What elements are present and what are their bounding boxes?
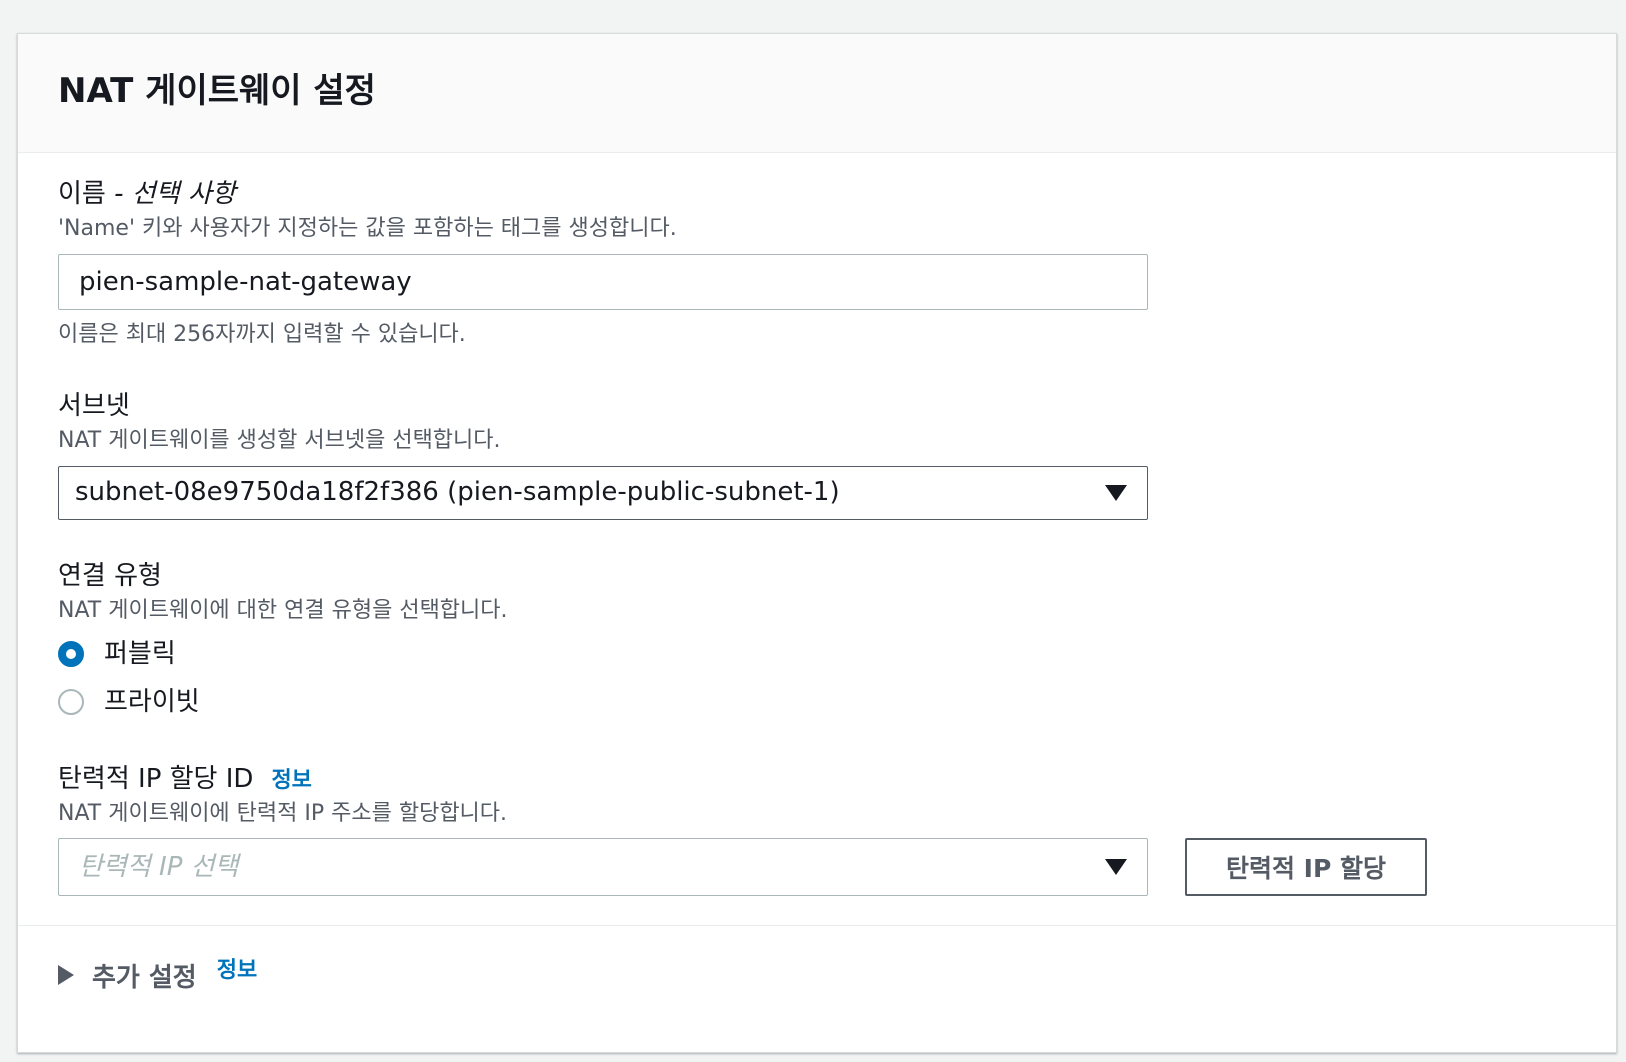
radio-option-private[interactable]: 프라이빗 [58,685,200,719]
panel-title: NAT 게이트웨이 설정 [58,71,376,111]
caret-down-icon [1105,859,1127,875]
eip-label-text: 탄력적 IP 할당 ID [58,764,254,794]
subnet-field-description: NAT 게이트웨이를 생성할 서브넷을 선택합니다. [58,428,501,453]
eip-field-description: NAT 게이트웨이에 탄력적 IP 주소를 할당합니다. [58,801,508,826]
additional-settings-label: 추가 설정 [92,962,197,993]
caret-down-icon [1105,485,1127,501]
allocate-eip-button[interactable]: 탄력적 IP 할당 [1185,838,1427,896]
eip-field-label: 탄력적 IP 할당 ID 정보 [58,762,312,798]
additional-settings-expander[interactable]: 추가 설정 정보 [58,950,257,993]
eip-select-placeholder: 탄력적 IP 선택 [79,852,239,882]
optional-suffix: - 선택 사항 [105,179,236,209]
name-label-text: 이름 [58,179,106,209]
subnet-selected-value: subnet-08e9750da18f2f386 (pien-sample-pu… [75,477,840,507]
subnet-select[interactable]: subnet-08e9750da18f2f386 (pien-sample-pu… [58,466,1148,520]
name-input[interactable] [58,254,1148,310]
connectivity-field-description: NAT 게이트웨이에 대한 연결 유형을 선택합니다. [58,598,508,623]
radio-label-public: 퍼블릭 [104,639,176,669]
radio-option-public[interactable]: 퍼블릭 [58,637,176,671]
radio-button-checked[interactable] [58,641,84,667]
section-divider [18,925,1616,926]
radio-button-unchecked[interactable] [58,689,84,715]
name-field-label: 이름 - 선택 사항 [58,177,236,211]
eip-info-link[interactable]: 정보 [271,768,311,793]
caret-right-icon [58,965,74,985]
name-field-description: 'Name' 키와 사용자가 지정하는 값을 포함하는 태그를 생성합니다. [58,216,677,241]
panel-header: NAT 게이트웨이 설정 [18,34,1616,153]
name-field-constraint: 이름은 최대 256자까지 입력할 수 있습니다. [58,322,466,347]
eip-select[interactable]: 탄력적 IP 선택 [58,838,1148,896]
radio-label-private: 프라이빗 [104,687,200,717]
nat-gateway-settings-panel: NAT 게이트웨이 설정 이름 - 선택 사항 'Name' 키와 사용자가 지… [17,33,1617,1053]
additional-settings-info-link[interactable]: 정보 [217,952,257,984]
subnet-field-label: 서브넷 [58,391,130,421]
connectivity-field-label: 연결 유형 [58,561,162,591]
